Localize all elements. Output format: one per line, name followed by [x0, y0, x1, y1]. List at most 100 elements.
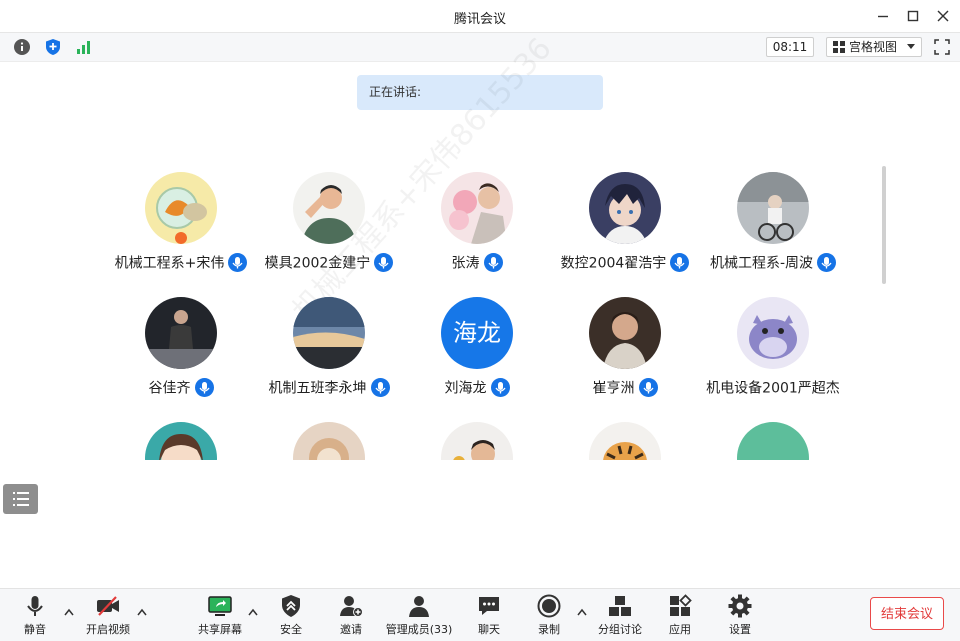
participant-tile[interactable] — [254, 420, 404, 460]
participant-tile[interactable]: 崔亨洲 — [550, 295, 700, 405]
breakout-icon — [609, 596, 631, 616]
mute-button[interactable]: 静音 — [12, 592, 58, 636]
avatar — [737, 172, 809, 244]
avatar — [293, 297, 365, 369]
avatar — [589, 422, 661, 460]
mute-label: 静音 — [24, 623, 46, 636]
participant-name: 谷佳齐 — [148, 380, 191, 397]
invite-button[interactable]: 邀请 — [330, 592, 372, 636]
avatar — [441, 422, 513, 460]
microphone-icon — [638, 378, 658, 397]
microphone-icon — [670, 253, 690, 272]
close-icon — [937, 10, 949, 22]
close-button[interactable] — [933, 6, 953, 26]
apps-label: 应用 — [669, 623, 691, 636]
participant-tile[interactable]: 机电设备2001严超杰 — [698, 295, 848, 405]
participant-tile[interactable] — [550, 420, 700, 460]
minimize-icon — [878, 15, 888, 18]
participant-grid: 机械工程系+宋伟 模具2002金建宁 张涛 数控2004翟浩宇 机械工程系-周波 — [100, 170, 880, 460]
participant-tile[interactable] — [402, 420, 552, 460]
grid-scrollbar[interactable] — [882, 166, 886, 284]
participant-tile[interactable]: 数控2004翟浩宇 — [550, 170, 700, 280]
avatar — [441, 172, 513, 244]
participant-tile[interactable]: 海龙 刘海龙 — [402, 295, 552, 405]
list-icon — [13, 492, 29, 506]
avatar — [589, 172, 661, 244]
apps-icon — [670, 594, 692, 616]
security-label: 安全 — [280, 623, 302, 636]
breakout-rooms-button[interactable]: 分组讨论 — [594, 592, 646, 636]
info-button[interactable] — [13, 38, 31, 56]
avatar — [737, 422, 809, 460]
chevron-up-icon[interactable] — [248, 608, 258, 616]
participant-name: 模具2002金建宁 — [264, 255, 371, 272]
avatar — [737, 297, 809, 369]
share-label: 共享屏幕 — [198, 623, 242, 636]
chat-label: 聊天 — [478, 623, 500, 636]
record-icon — [537, 594, 561, 618]
shield-icon — [282, 595, 300, 617]
chat-button[interactable]: 聊天 — [468, 592, 510, 636]
view-switch-dropdown[interactable]: 宫格视图 — [826, 37, 922, 57]
participant-tile[interactable]: 机制五班李永坤 — [254, 295, 404, 405]
settings-button[interactable]: 设置 — [720, 592, 760, 636]
fullscreen-icon — [934, 39, 950, 55]
avatar — [145, 422, 217, 460]
avatar: 海龙 — [441, 297, 513, 369]
meeting-toolbar — [0, 33, 960, 62]
chevron-up-icon[interactable] — [577, 608, 587, 616]
participant-name: 机电设备2001严超杰 — [706, 380, 840, 397]
record-label: 录制 — [538, 623, 560, 636]
meeting-timer: 08:11 — [766, 37, 814, 57]
window-title: 腾讯会议 — [453, 12, 506, 27]
participant-tile[interactable] — [106, 420, 256, 460]
settings-label: 设置 — [729, 623, 751, 636]
end-meeting-button[interactable]: 结束会议 — [870, 597, 944, 630]
participant-name: 刘海龙 — [444, 380, 487, 397]
minimize-button[interactable] — [873, 6, 893, 26]
manage-members-button[interactable]: 管理成员(33) — [384, 592, 454, 636]
microphone-icon — [490, 378, 510, 397]
start-video-button[interactable]: 开启视频 — [80, 592, 136, 636]
avatar — [293, 422, 365, 460]
fullscreen-button[interactable] — [932, 37, 952, 57]
chevron-up-icon[interactable] — [137, 608, 147, 616]
microphone-icon — [370, 378, 390, 397]
maximize-button[interactable] — [903, 6, 923, 26]
signal-bars-icon — [77, 41, 90, 54]
avatar-initials: 海龙 — [453, 319, 501, 347]
participant-tile[interactable]: 模具2002金建宁 — [254, 170, 404, 280]
share-screen-button[interactable]: 共享屏幕 — [192, 592, 248, 636]
participant-tile[interactable] — [698, 420, 848, 460]
participant-list-toggle[interactable] — [3, 484, 38, 514]
apps-button[interactable]: 应用 — [660, 592, 700, 636]
breakout-label: 分组讨论 — [598, 623, 642, 636]
participant-name: 崔亨洲 — [592, 380, 635, 397]
maximize-icon — [907, 10, 919, 22]
chevron-up-icon[interactable] — [64, 608, 74, 616]
participant-name: 机械工程系-周波 — [709, 255, 814, 272]
chat-icon — [479, 597, 499, 615]
microphone-icon — [194, 378, 214, 397]
share-screen-icon — [208, 596, 232, 616]
network-signal-button[interactable] — [75, 38, 93, 56]
chevron-down-icon — [907, 44, 915, 49]
grid-view-icon — [833, 41, 845, 53]
participant-tile[interactable]: 张涛 — [402, 170, 552, 280]
microphone-icon — [374, 253, 394, 272]
invite-label: 邀请 — [340, 623, 362, 636]
participant-tile[interactable]: 谷佳齐 — [106, 295, 256, 405]
video-label: 开启视频 — [86, 623, 130, 636]
shield-icon — [46, 39, 60, 55]
participant-name: 机制五班李永坤 — [268, 380, 367, 397]
gear-icon — [728, 594, 752, 618]
participant-tile[interactable]: 机械工程系+宋伟 — [106, 170, 256, 280]
security-shield-button[interactable] — [44, 38, 62, 56]
active-speaker-banner: 正在讲话: — [357, 75, 603, 110]
participant-tile[interactable]: 机械工程系-周波 — [698, 170, 848, 280]
avatar — [145, 172, 217, 244]
record-button[interactable]: 录制 — [528, 592, 570, 636]
security-button[interactable]: 安全 — [270, 592, 312, 636]
avatar — [293, 172, 365, 244]
video-off-icon — [97, 596, 119, 616]
